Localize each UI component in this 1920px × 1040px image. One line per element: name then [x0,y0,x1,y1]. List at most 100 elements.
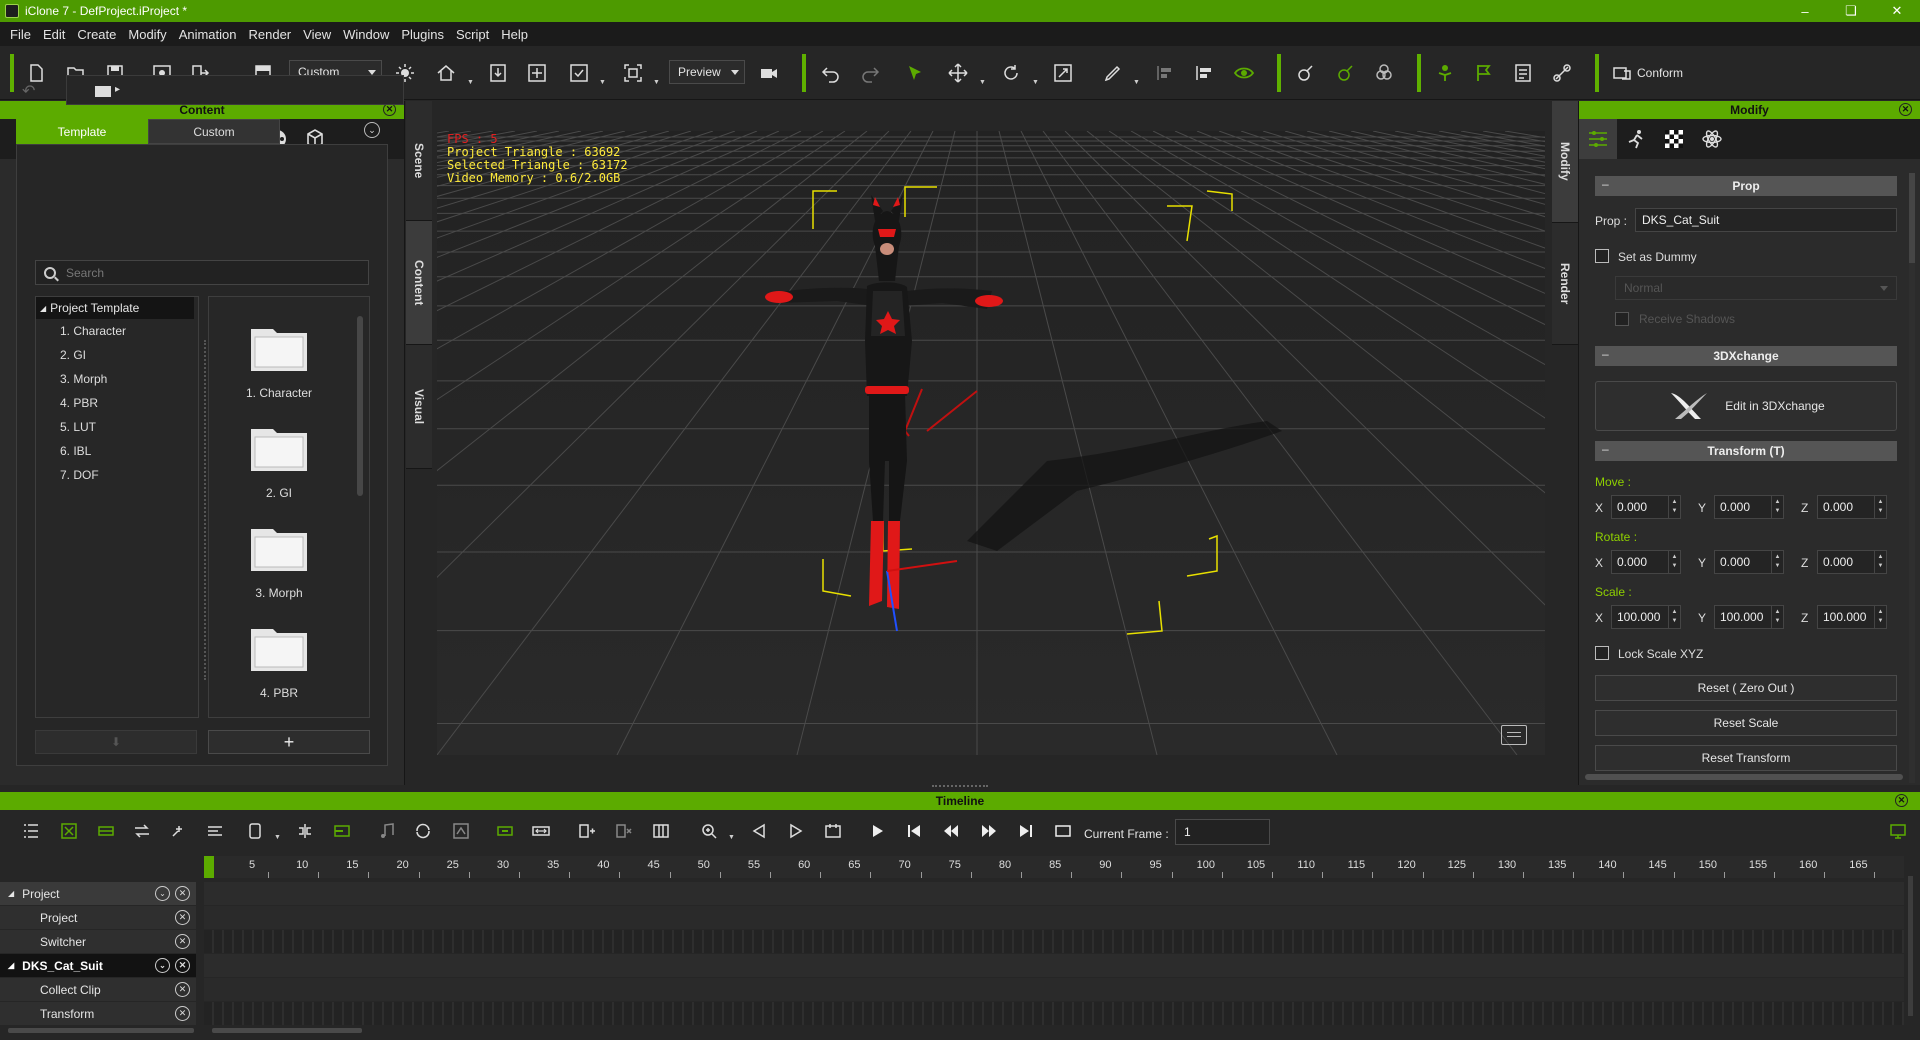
remove-track-icon[interactable]: ✕ [175,1006,190,1021]
track-lane[interactable] [204,978,1904,1001]
path-breadcrumb[interactable]: ▸ [66,75,404,105]
dropdown-arrow-icon[interactable]: ▼ [979,79,986,86]
insert-frame-icon[interactable] [576,820,598,842]
tab-modify[interactable]: Modify [1552,101,1578,223]
remove-track-icon[interactable]: ✕ [175,886,190,901]
dropdown-arrow-icon[interactable]: ▼ [467,79,474,86]
menu-file[interactable]: File [4,27,37,42]
dropdown-arrow-icon[interactable]: ▼ [653,79,660,86]
track-lane[interactable] [204,1002,1904,1025]
tab-custom[interactable]: Custom [148,119,280,144]
physics-tab[interactable] [1693,119,1731,159]
next-frame-icon[interactable] [978,820,1000,842]
modify-scrollbar-thumb[interactable] [1909,173,1915,263]
chevron-right-icon[interactable]: ▸ [115,84,120,95]
clip-range-icon[interactable] [331,820,353,842]
flag-icon[interactable] [1472,61,1496,85]
fit-view-icon[interactable] [525,61,549,85]
person-pin-icon[interactable] [1433,61,1457,85]
modify-scrollbar-track[interactable] [1909,173,1915,783]
add-button[interactable]: + [208,730,370,754]
transform-section-header[interactable]: – Transform (T) [1595,441,1897,461]
home-icon[interactable] [434,61,458,85]
scale-z-input[interactable]: 100.000 ▲ ▼ [1817,605,1887,629]
key-filter-icon[interactable] [58,820,80,842]
dropdown-arrow-icon[interactable]: ▼ [274,834,281,841]
tree-root-project-template[interactable]: ◢ Project Template [36,297,194,319]
track-list-hscrollbar[interactable] [8,1028,194,1033]
tab-template[interactable]: Template [16,119,148,144]
menu-edit[interactable]: Edit [37,27,71,42]
rotate-x-input[interactable]: 0.000 ▲ ▼ [1611,550,1681,574]
tree-item[interactable]: 1. Character [36,319,198,343]
group-icon[interactable] [1372,61,1396,85]
menu-render[interactable]: Render [243,27,298,42]
timeline-splitter-handle[interactable] [932,785,988,789]
track-header[interactable]: Project ✕ [0,906,196,929]
spinner-arrows-icon[interactable]: ▲ ▼ [1874,496,1886,518]
play-icon[interactable] [866,820,888,842]
expand-triangle-icon[interactable]: ◢ [8,961,14,970]
menu-script[interactable]: Script [450,27,495,42]
prop-name-field[interactable]: DKS_Cat_Suit [1635,208,1897,232]
timeline-hscrollbar[interactable] [212,1028,362,1033]
scale-x-input[interactable]: 100.000 ▲ ▼ [1611,605,1681,629]
expand-triangle-icon[interactable]: ◢ [40,304,46,313]
track-lane[interactable] [204,954,1904,977]
attributes-tab[interactable] [1579,119,1617,159]
expand-triangle-icon[interactable]: ◢ [8,889,14,898]
prev-key-icon[interactable] [748,820,770,842]
tab-content[interactable]: Content [406,221,432,345]
menu-modify[interactable]: Modify [122,27,172,42]
render-mode-dropdown[interactable]: Preview [669,60,745,84]
music-note-icon[interactable] [376,820,398,842]
dropdown-arrow-icon[interactable]: ▼ [728,834,735,841]
edit-in-3dxchange-button[interactable]: Edit in 3DXchange [1595,381,1897,431]
delete-frame-icon[interactable] [613,820,635,842]
zoom-extent-icon[interactable] [621,61,645,85]
menu-help[interactable]: Help [495,27,534,42]
paint-icon[interactable] [1101,61,1125,85]
track-lane[interactable] [204,906,1904,929]
lock-scale-checkbox[interactable] [1595,646,1609,660]
track-lane[interactable] [204,930,1904,953]
grid-item[interactable]: 4. PBR [209,625,349,700]
sync-icon[interactable] [131,820,153,842]
pick-parent-icon[interactable] [1333,61,1357,85]
go-to-end-icon[interactable] [1015,820,1037,842]
add-key-icon[interactable] [168,820,190,842]
previous-frame-icon[interactable] [940,820,962,842]
track-row[interactable]: Transform ✕ [0,1002,1920,1026]
maximize-button[interactable]: ❏ [1828,0,1874,22]
loop-icon[interactable] [412,820,434,842]
motion-tab[interactable] [1617,119,1655,159]
split-icon[interactable] [294,820,316,842]
spinner-arrows-icon[interactable]: ▲ ▼ [1668,606,1680,628]
grid-item[interactable]: 1. Character [209,325,349,400]
track-header[interactable]: Transform ✕ [0,1002,196,1025]
prop-section-header[interactable]: – Prop [1595,176,1897,196]
align-right-icon[interactable] [1192,61,1216,85]
eye-icon[interactable] [1232,61,1256,85]
splitter-handle[interactable] [204,340,206,680]
rotate-z-input[interactable]: 0.000 ▲ ▼ [1817,550,1887,574]
track-header[interactable]: ◢ DKS_Cat_Suit ⌄ ✕ [0,954,196,977]
move-x-input[interactable]: 0.000 ▲ ▼ [1611,495,1681,519]
conform-icon[interactable] [1610,61,1634,85]
remove-track-icon[interactable]: ✕ [175,958,190,973]
motion-layer-icon[interactable] [450,820,472,842]
timeline-ruler[interactable]: 5 10 15 20 25 30 35 40 45 50 55 60 65 70 75 80 85 90 95 100… [204,856,1904,878]
collect-clip-icon[interactable] [95,820,117,842]
menu-window[interactable]: Window [337,27,395,42]
reset-scale-button[interactable]: Reset Scale [1595,710,1897,736]
track-row[interactable]: Project ✕ [0,906,1920,930]
track-list-icon[interactable] [20,820,42,842]
redo-icon[interactable] [858,61,882,85]
transition-icon[interactable] [204,820,226,842]
tree-item[interactable]: 4. PBR [36,391,198,415]
tab-render[interactable]: Render [1552,223,1578,345]
grid-scrollbar[interactable] [357,316,363,496]
track-row[interactable]: ◢ Project ⌄ ✕ [0,882,1920,906]
track-header[interactable]: ◢ Project ⌄ ✕ [0,882,196,905]
track-row[interactable]: ◢ DKS_Cat_Suit ⌄ ✕ [0,954,1920,978]
